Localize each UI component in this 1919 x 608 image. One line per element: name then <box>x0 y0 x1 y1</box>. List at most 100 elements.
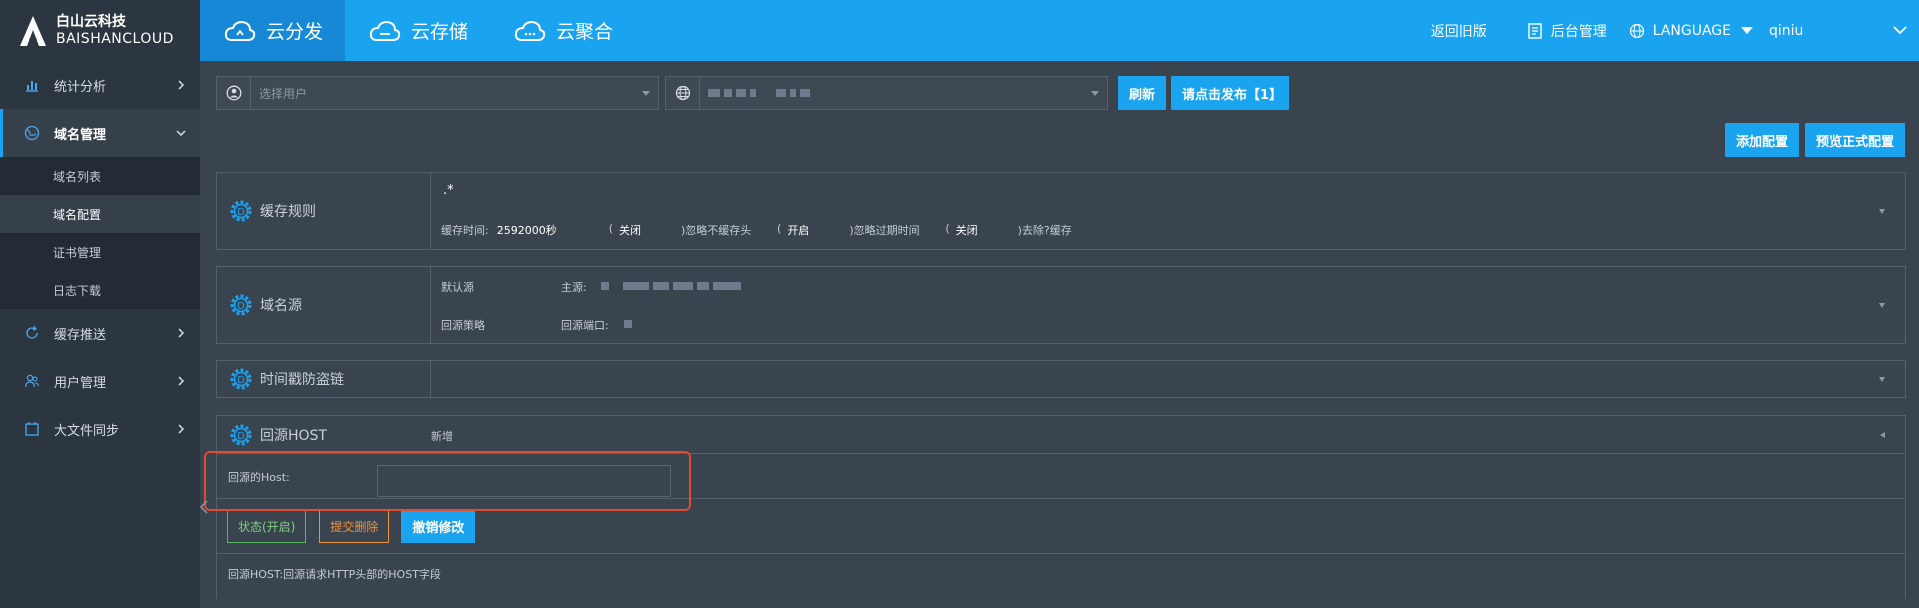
panel-body <box>431 361 1905 397</box>
timestamp-antileech-panel[interactable]: D 时间戳防盗链 <box>216 360 1906 398</box>
sidebar-item-large-file-sync[interactable]: 大文件同步 <box>0 405 200 453</box>
ignore-expire-label: )忽略过期时间 <box>849 224 920 237</box>
sidebar-item-label: 统计分析 <box>54 79 107 95</box>
chevron-right-icon <box>178 376 185 386</box>
panel-title: 缓存规则 <box>260 204 316 220</box>
action-row: 添加配置 预览正式配置 <box>1719 123 1905 157</box>
chevron-right-icon <box>178 424 185 434</box>
refresh-button[interactable]: 刷新 <box>1118 76 1167 110</box>
tab-label: 云聚合 <box>556 21 614 43</box>
language-label: LANGUAGE <box>1652 22 1731 39</box>
sidebar: 统计分析 域名管理 域名列表 域名配置 证书管理 日志下载 缓存推送 用户管理 … <box>0 61 200 608</box>
document-icon <box>1528 22 1542 39</box>
strip-query-label: )去除?缓存 <box>1017 224 1072 237</box>
panel-header: D 时间戳防盗链 <box>217 361 431 397</box>
brand-name-en: BAISHANCLOUD <box>56 30 174 47</box>
tab-cloud-storage[interactable]: 云存储 <box>345 0 490 61</box>
tab-label: 云分发 <box>266 21 324 43</box>
caret-down-icon[interactable] <box>1879 377 1885 382</box>
cloud-upload-icon <box>224 20 256 41</box>
svg-text:D: D <box>237 375 245 386</box>
baishan-logo-icon <box>20 15 46 46</box>
strip-query-toggle[interactable]: 关闭 <box>956 222 1018 238</box>
globe-icon <box>666 77 700 109</box>
preview-config-button[interactable]: 预览正式配置 <box>1804 123 1905 157</box>
cache-pattern: .* <box>443 183 454 198</box>
sidebar-subitem-certificates[interactable]: 证书管理 <box>0 233 200 271</box>
cache-rules-panel[interactable]: D 缓存规则 .* 缓存时间: 2592000秒 ( 关闭 )忽略不缓存头 ( … <box>216 172 1906 250</box>
submit-delete-button[interactable]: 提交删除 <box>319 510 390 543</box>
domain-select[interactable] <box>665 76 1108 110</box>
origin-strategy-label: 回源策略 <box>441 319 485 332</box>
caret-left-icon[interactable] <box>1880 431 1885 438</box>
user-circle-icon <box>217 77 251 109</box>
paren-open: ( <box>945 222 950 235</box>
top-right-menu: 返回旧版 后台管理 LANGUAGE qiniu <box>1431 0 1919 61</box>
main-content: 选择用户 刷新 请点击发布【1】 添加配置 预览正式配置 D 缓存规则 .* 缓… <box>199 61 1919 608</box>
sidebar-item-label: 大文件同步 <box>54 423 120 439</box>
ignore-expire-toggle[interactable]: 开启 <box>787 222 849 238</box>
add-config-button[interactable]: 添加配置 <box>1724 123 1799 157</box>
globe-icon <box>24 125 40 141</box>
chevron-right-icon <box>178 328 185 338</box>
cache-time-label: 缓存时间: <box>441 224 489 237</box>
caret-down-icon <box>642 91 650 96</box>
tab-cloud-aggregation[interactable]: 云聚合 <box>490 0 635 61</box>
origin-host-header[interactable]: D 回源HOST 新增 <box>217 416 1905 454</box>
paren-open: ( <box>608 222 614 235</box>
language-selector[interactable]: LANGUAGE <box>1629 23 1753 39</box>
gear-icon: D <box>230 200 252 222</box>
svg-text:D: D <box>237 431 245 442</box>
cloud-aggregate-icon <box>514 20 546 41</box>
svg-text:D: D <box>237 301 245 312</box>
origin-port-value-masked <box>624 320 632 328</box>
calendar-icon <box>25 422 39 436</box>
sidebar-submenu: 域名列表 域名配置 证书管理 日志下载 <box>0 157 200 309</box>
username: qiniu <box>1769 22 1804 39</box>
caret-down-icon[interactable] <box>1879 303 1885 308</box>
users-icon <box>24 374 40 388</box>
sidebar-subitem-domain-list[interactable]: 域名列表 <box>0 157 200 195</box>
undo-changes-button[interactable]: 撤销修改 <box>401 510 476 543</box>
cache-time-value: 2592000秒 <box>496 224 557 237</box>
user-select[interactable]: 选择用户 <box>216 76 659 110</box>
sidebar-item-label: 缓存推送 <box>54 327 107 343</box>
sidebar-item-user-management[interactable]: 用户管理 <box>0 357 200 405</box>
svg-text:D: D <box>237 207 245 218</box>
highlight-annotation <box>204 451 691 511</box>
sidebar-item-cache-push[interactable]: 缓存推送 <box>0 309 200 357</box>
publish-button[interactable]: 请点击发布【1】 <box>1171 76 1290 110</box>
panel-title: 时间戳防盗链 <box>260 372 344 388</box>
top-bar: 白山云科技 BAISHANCLOUD 云分发 云存储 云聚合 返回旧版 后台管理… <box>0 0 1919 61</box>
admin-link[interactable]: 后台管理 <box>1527 21 1607 41</box>
new-entry-label[interactable]: 新增 <box>431 428 453 444</box>
host-buttons-row: 状态(开启) 提交删除 撤销修改 <box>227 510 476 543</box>
panel-title: 回源HOST <box>260 428 327 444</box>
collapse-sidebar-icon[interactable] <box>199 499 209 515</box>
admin-label: 后台管理 <box>1550 23 1607 40</box>
tab-label: 云存储 <box>411 21 469 43</box>
product-tabs: 云分发 云存储 云聚合 <box>200 0 635 61</box>
old-version-label: 返回旧版 <box>1430 23 1487 40</box>
old-version-link[interactable]: 返回旧版 <box>1431 21 1487 41</box>
filter-row: 选择用户 刷新 请点击发布【1】 <box>216 76 1290 110</box>
host-note: 回源HOST:回源请求HTTP头部的HOST字段 <box>228 568 441 581</box>
caret-down-icon[interactable] <box>1879 209 1885 214</box>
chevron-down-icon <box>176 130 186 137</box>
panel-header: D 域名源 <box>217 267 431 343</box>
ignore-nocache-toggle[interactable]: 关闭 <box>619 222 681 238</box>
tab-cloud-distribution[interactable]: 云分发 <box>200 0 346 61</box>
main-origin-label: 主源: <box>561 281 587 294</box>
sidebar-subitem-log-download[interactable]: 日志下载 <box>0 271 200 309</box>
origin-panel[interactable]: D 域名源 默认源 主源: 回源策略 回源端口: <box>216 266 1906 344</box>
chevron-right-icon <box>178 80 185 90</box>
sidebar-item-domain-management[interactable]: 域名管理 <box>0 109 200 157</box>
ignore-nocache-label: )忽略不缓存头 <box>681 224 752 237</box>
sidebar-subitem-domain-config[interactable]: 域名配置 <box>0 195 200 233</box>
status-toggle-button[interactable]: 状态(开启) <box>227 510 307 543</box>
panel-header: D 缓存规则 <box>217 173 431 249</box>
chevron-down-icon <box>1893 26 1907 35</box>
sidebar-item-statistics[interactable]: 统计分析 <box>0 61 200 109</box>
brand-logo[interactable]: 白山云科技 BAISHANCLOUD <box>0 0 200 61</box>
user-menu[interactable]: qiniu <box>1769 23 1919 39</box>
